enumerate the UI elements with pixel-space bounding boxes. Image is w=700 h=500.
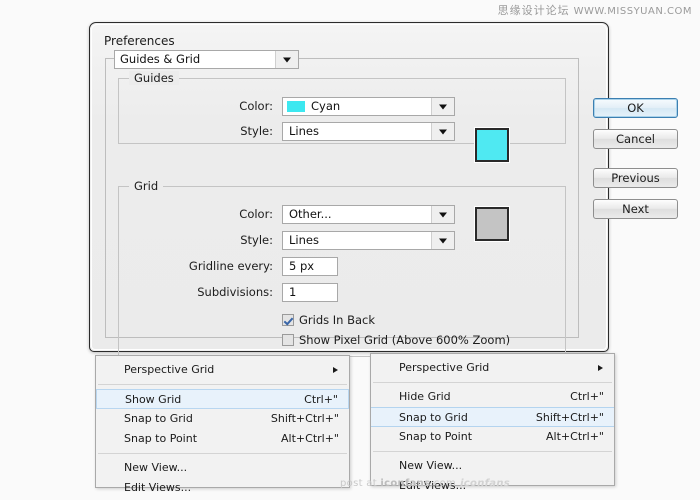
watermark-bottom: post at iconfans.comiconfans <box>340 478 510 489</box>
menu-item-label: Snap to Point <box>399 430 472 443</box>
chevron-down-icon[interactable] <box>275 51 298 68</box>
menu-separator <box>373 382 612 383</box>
menu-item[interactable]: Perspective Grid <box>96 360 349 380</box>
menu-item[interactable]: New View... <box>96 458 349 478</box>
watermark-bottom-suffix: .com <box>430 478 456 489</box>
gridline-every-input[interactable]: 5 px <box>282 257 338 276</box>
context-menu-left[interactable]: Perspective GridShow GridCtrl+"Snap to G… <box>95 355 350 488</box>
context-menu-left-items: Perspective GridShow GridCtrl+"Snap to G… <box>96 360 349 498</box>
menu-item[interactable]: Hide Grid Ctrl+" <box>371 387 614 407</box>
grid-style-value: Lines <box>289 232 319 249</box>
menu-item[interactable]: Snap to Point Alt+Ctrl+" <box>96 429 349 449</box>
guides-color-preview-swatch[interactable] <box>475 128 509 162</box>
grid-style-dropdown[interactable]: Lines <box>282 231 455 250</box>
gridline-every-label: Gridline every: <box>189 257 273 276</box>
chevron-down-icon[interactable] <box>431 232 454 249</box>
guides-style-row: Style: <box>118 122 273 141</box>
menu-item-shortcut: Shift+Ctrl+" <box>271 409 339 429</box>
menu-item[interactable]: Snap to Point Alt+Ctrl+" <box>371 427 614 447</box>
watermark-top-url: WWW.MISSYUAN.COM <box>574 6 692 17</box>
show-pixel-grid-checkbox[interactable] <box>282 334 294 346</box>
grids-in-back-checkbox[interactable] <box>282 314 294 326</box>
guides-style-value: Lines <box>289 123 319 140</box>
menu-item-shortcut: Ctrl+" <box>570 387 604 407</box>
grid-style-row: Style: <box>118 231 273 250</box>
grids-in-back-checkbox-row[interactable]: Grids In Back <box>282 313 375 327</box>
subdivisions-input[interactable]: 1 <box>282 283 338 302</box>
guides-color-inline-swatch <box>287 101 305 112</box>
menu-item-shortcut: Alt+Ctrl+" <box>546 427 604 447</box>
menu-item[interactable]: Perspective Grid <box>371 358 614 378</box>
menu-separator <box>98 453 347 454</box>
menu-item-shortcut: Shift+Ctrl+" <box>536 408 604 428</box>
menu-item[interactable]: New View... <box>371 456 614 476</box>
menu-item-label: Perspective Grid <box>124 363 214 376</box>
grid-color-preview-swatch[interactable] <box>475 207 509 241</box>
guides-color-value: Cyan <box>311 98 340 115</box>
subdivisions-row: Subdivisions: <box>118 283 273 302</box>
menu-item-label: New View... <box>399 459 462 472</box>
grid-color-label: Color: <box>239 205 273 224</box>
ok-button[interactable]: OK <box>593 98 678 118</box>
menu-item-label: Snap to Point <box>124 432 197 445</box>
menu-separator <box>373 451 612 452</box>
watermark-bottom-bold: iconfans <box>380 478 430 489</box>
show-pixel-grid-label: Show Pixel Grid (Above 600% Zoom) <box>299 333 510 347</box>
dialog-title: Preferences <box>104 34 175 48</box>
menu-item[interactable]: Edit Views... <box>96 478 349 498</box>
guides-color-label: Color: <box>239 97 273 116</box>
guides-style-dropdown[interactable]: Lines <box>282 122 455 141</box>
grid-color-row: Color: <box>118 205 273 224</box>
subdivisions-label: Subdivisions: <box>197 283 273 302</box>
menu-item-shortcut: Alt+Ctrl+" <box>281 429 339 449</box>
context-menu-right-items: Perspective GridHide GridCtrl+"Snap to G… <box>371 358 614 496</box>
chevron-down-icon[interactable] <box>431 123 454 140</box>
menu-item-shortcut: Ctrl+" <box>304 390 338 410</box>
grid-group-legend: Grid <box>129 179 163 193</box>
grids-in-back-label: Grids In Back <box>299 313 375 327</box>
category-dropdown-value: Guides & Grid <box>120 52 200 66</box>
watermark-bottom-brand: iconfans <box>460 478 510 489</box>
chevron-down-icon[interactable] <box>431 98 454 115</box>
guides-color-dropdown[interactable]: Cyan <box>282 97 455 116</box>
menu-item-label: Show Grid <box>125 393 181 406</box>
gridline-every-row: Gridline every: <box>118 257 273 276</box>
menu-item-label: Edit Views... <box>124 481 191 494</box>
watermark-top-cn: 思缘设计论坛 <box>498 4 570 17</box>
watermark-top: 思缘设计论坛 WWW.MISSYUAN.COM <box>498 2 692 18</box>
menu-item-label: Perspective Grid <box>399 361 489 374</box>
guides-group-legend: Guides <box>129 71 179 85</box>
menu-separator <box>98 384 347 385</box>
grid-color-dropdown[interactable]: Other... <box>282 205 455 224</box>
previous-button[interactable]: Previous <box>593 168 678 188</box>
chevron-right-icon <box>333 367 338 373</box>
menu-item-label: Snap to Grid <box>124 412 193 425</box>
preferences-dialog: Preferences Guides & Grid Guides Color: … <box>89 22 609 352</box>
chevron-right-icon <box>598 365 603 371</box>
menu-item[interactable]: Snap to Grid Shift+Ctrl+" <box>96 409 349 429</box>
menu-item-label: Hide Grid <box>399 390 451 403</box>
watermark-bottom-prefix: post at <box>340 478 380 489</box>
grid-style-label: Style: <box>240 231 273 250</box>
menu-item-label: Snap to Grid <box>399 411 468 424</box>
guides-color-row: Color: <box>118 97 273 116</box>
guides-style-label: Style: <box>240 122 273 141</box>
cancel-button[interactable]: Cancel <box>593 129 678 149</box>
next-button[interactable]: Next <box>593 199 678 219</box>
menu-item[interactable]: Show Grid Ctrl+" <box>96 389 349 409</box>
grid-color-value: Other... <box>289 206 332 223</box>
chevron-down-icon[interactable] <box>431 206 454 223</box>
context-menu-right[interactable]: Perspective GridHide GridCtrl+"Snap to G… <box>370 353 615 486</box>
menu-item[interactable]: Snap to Grid Shift+Ctrl+" <box>371 407 614 427</box>
show-pixel-grid-checkbox-row[interactable]: Show Pixel Grid (Above 600% Zoom) <box>282 333 510 347</box>
dialog-inner-surface: Preferences Guides & Grid Guides Color: … <box>91 24 607 350</box>
category-dropdown[interactable]: Guides & Grid <box>114 50 299 69</box>
menu-item-label: New View... <box>124 461 187 474</box>
